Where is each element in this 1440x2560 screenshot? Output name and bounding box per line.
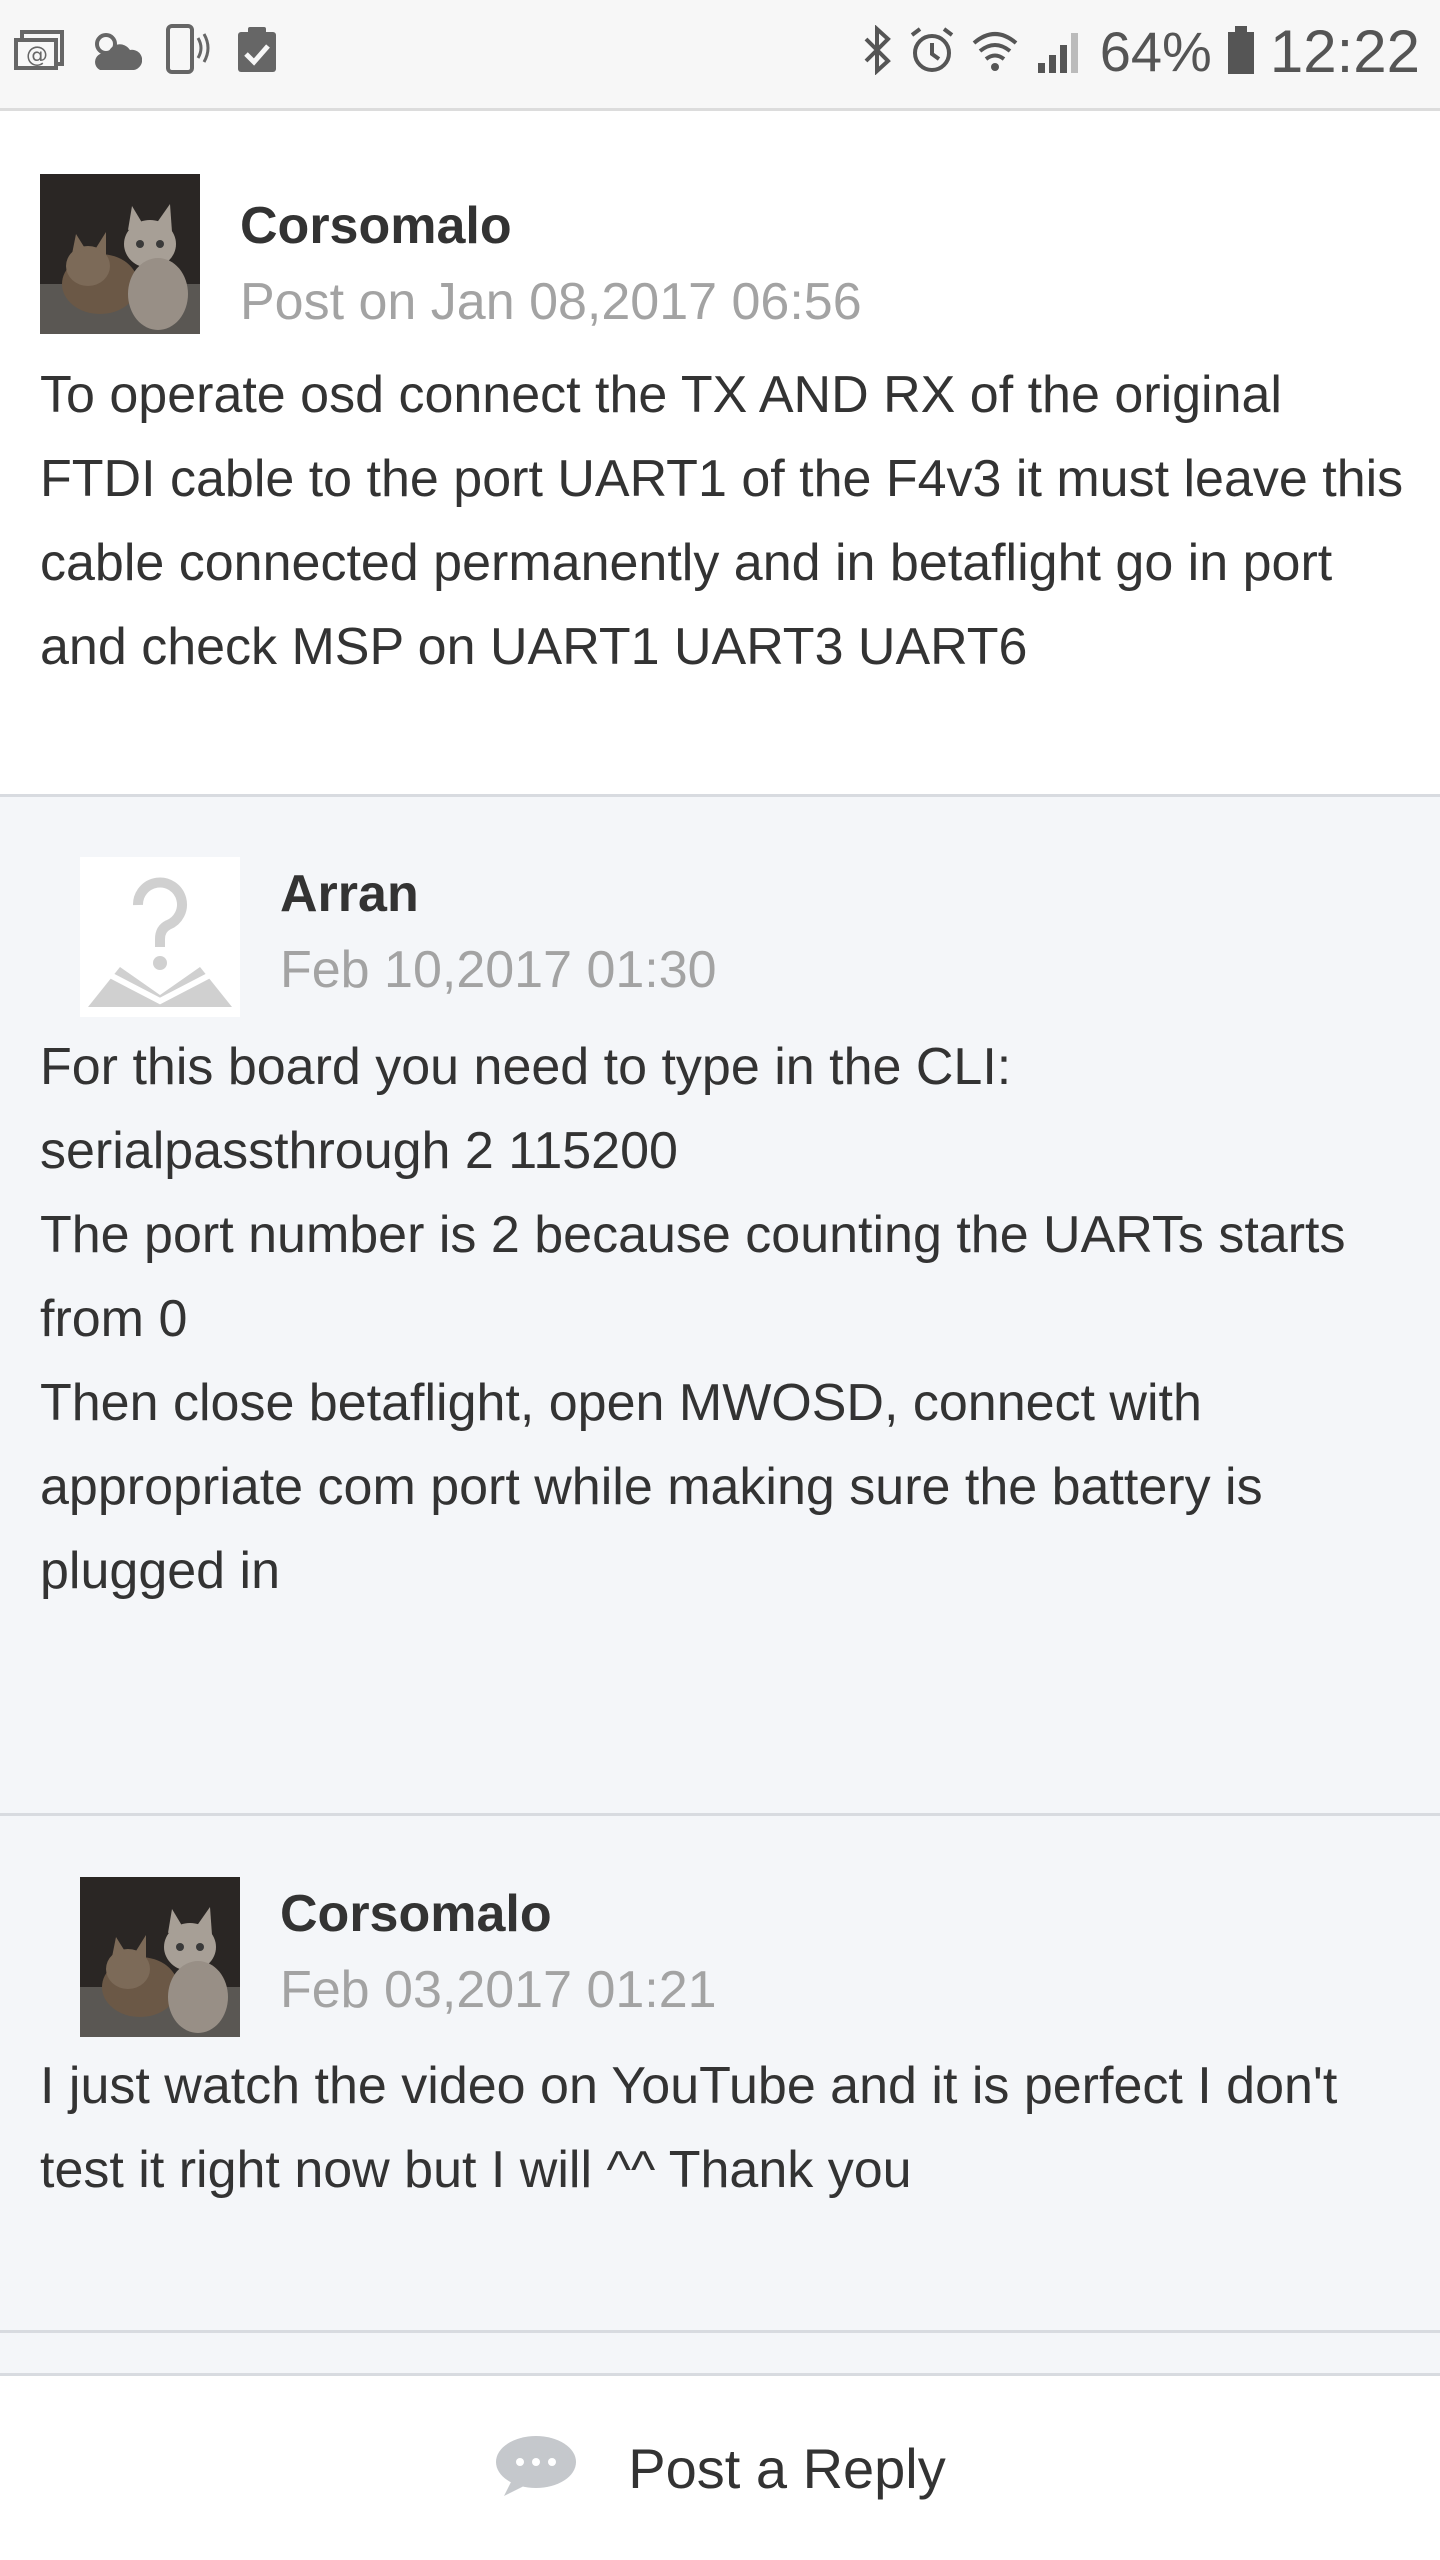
mail-notification-icon: @ (14, 28, 66, 77)
post-body: For this board you need to type in the C… (40, 1025, 1410, 1613)
avatar[interactable] (80, 1877, 240, 2037)
list-end-divider (0, 2333, 1440, 2376)
post-date: Post on Jan 08,2017 06:56 (240, 273, 862, 331)
cat-avatar-image (80, 1877, 240, 2037)
body-line: Then close betaflight, open MWOSD, conne… (40, 1374, 1263, 1600)
author-name[interactable]: Corsomalo (240, 200, 512, 252)
original-post: Corsomalo Post on Jan 08,2017 06:56 To o… (0, 111, 1440, 797)
body-line: The port number is 2 because counting th… (40, 1206, 1346, 1348)
battery-percent: 64% (1099, 20, 1212, 83)
post-body: To operate osd connect the TX AND RX of … (40, 366, 1404, 676)
author-name[interactable]: Corsomalo (280, 1888, 552, 1940)
svg-text:@: @ (26, 43, 48, 68)
avatar[interactable] (40, 174, 200, 334)
reply-post: Corsomalo Feb 03,2017 01:21 I just watch… (0, 1816, 1440, 2333)
bluetooth-icon (860, 23, 894, 80)
status-bar: @ 64% 12:22 (0, 0, 1440, 111)
weather-icon (86, 26, 143, 79)
chat-bubble-icon (494, 2434, 578, 2503)
alarm-icon (908, 25, 956, 80)
battery-icon (1226, 24, 1256, 81)
reply-post: Arran Feb 10,2017 01:30 For this board y… (0, 797, 1440, 1816)
phone-vibrate-icon (162, 22, 212, 83)
clipboard-check-icon (232, 24, 282, 81)
status-right-icons: 64% 12:22 (860, 14, 1420, 90)
post-reply-label: Post a Reply (628, 2436, 946, 2500)
post-reply-button[interactable]: Post a Reply (0, 2376, 1440, 2560)
clock: 12:22 (1269, 18, 1420, 85)
cat-avatar-image (40, 174, 200, 334)
avatar[interactable] (80, 857, 240, 1017)
body-line: For this board you need to type in the C… (40, 1038, 1012, 1096)
post-date: Feb 10,2017 01:30 (280, 941, 717, 999)
placeholder-avatar-icon (80, 857, 240, 1017)
status-left-icons: @ (14, 22, 282, 82)
signal-icon (1034, 25, 1086, 80)
body-line: serialpassthrough 2 115200 (40, 1122, 678, 1180)
wifi-icon (970, 25, 1020, 80)
post-date: Feb 03,2017 01:21 (280, 1961, 717, 2019)
post-body: I just watch the video on YouTube and it… (40, 2057, 1338, 2199)
author-name[interactable]: Arran (280, 868, 419, 920)
